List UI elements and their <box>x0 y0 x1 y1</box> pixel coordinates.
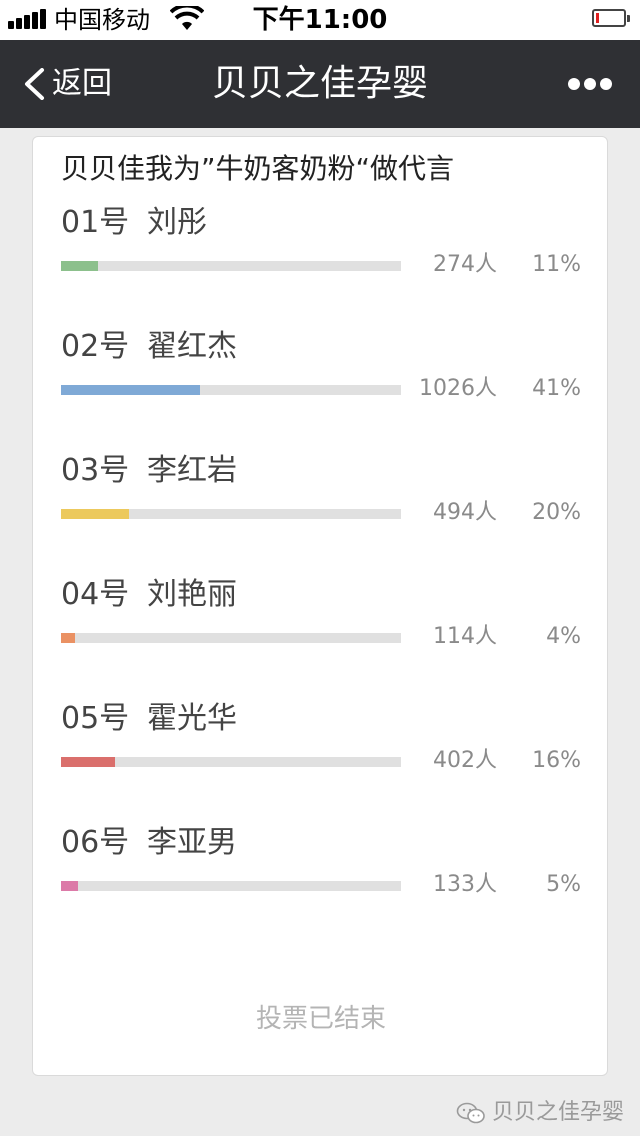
vote-count: 133人 <box>433 872 497 897</box>
vote-bar-track <box>61 881 401 891</box>
vote-percent: 41% <box>532 376 581 401</box>
poll-title: 贝贝佳我为”牛奶客奶粉“做代言 <box>61 152 455 185</box>
wechat-icon <box>456 1102 485 1124</box>
option-label: 06号 李亚男 <box>61 823 237 863</box>
vote-status: 投票已结束 <box>255 1004 386 1034</box>
more-dots-icon <box>568 78 580 90</box>
nav-bar: 返回 贝贝之佳孕婴 <box>0 40 640 128</box>
vote-percent: 5% <box>546 872 581 897</box>
back-label: 返回 <box>52 66 112 101</box>
watermark-text: 贝贝之佳孕婴 <box>492 1100 625 1125</box>
option-number: 03号 <box>61 453 130 488</box>
option-label: 02号 翟红杰 <box>61 327 237 367</box>
option-number: 02号 <box>61 329 130 364</box>
poll-option: 02号 翟红杰 1026人 41% <box>33 327 609 437</box>
option-number: 04号 <box>61 577 130 612</box>
option-label: 03号 李红岩 <box>61 451 237 491</box>
option-number: 01号 <box>61 205 130 240</box>
poll-option: 06号 李亚男 133人 5% <box>33 823 609 933</box>
chevron-left-icon <box>25 68 44 100</box>
vote-bar-fill <box>61 509 129 519</box>
poll-card: 贝贝佳我为”牛奶客奶粉“做代言 01号 刘彤 274人 11% 02号 翟红杰 10… <box>32 136 608 1076</box>
page-title: 贝贝之佳孕婴 <box>211 63 428 104</box>
poll-option: 05号 霍光华 402人 16% <box>33 699 609 809</box>
vote-count: 494人 <box>433 500 497 525</box>
option-name: 刘艳丽 <box>147 577 237 612</box>
vote-percent: 20% <box>532 500 581 525</box>
vote-percent: 4% <box>546 624 581 649</box>
vote-bar-track <box>61 757 401 767</box>
option-name: 李红岩 <box>147 453 237 488</box>
vote-bar-fill <box>61 633 75 643</box>
poll-option: 04号 刘艳丽 114人 4% <box>33 575 609 685</box>
vote-count: 402人 <box>433 748 497 773</box>
option-name: 霍光华 <box>147 701 237 736</box>
status-bar: 中国移动 下午11:00 <box>0 0 640 40</box>
option-label: 04号 刘艳丽 <box>61 575 237 615</box>
vote-percent: 16% <box>532 748 581 773</box>
vote-bar-track <box>61 261 401 271</box>
battery-level <box>596 13 599 23</box>
option-name: 刘彤 <box>147 205 207 240</box>
vote-count: 274人 <box>433 252 497 277</box>
vote-bar-track <box>61 633 401 643</box>
poll-option: 01号 刘彤 274人 11% <box>33 203 609 313</box>
vote-bar-track <box>61 385 401 395</box>
vote-bar-fill <box>61 881 78 891</box>
option-label: 05号 霍光华 <box>61 699 237 739</box>
vote-bar-fill <box>61 757 116 767</box>
vote-percent: 11% <box>532 252 581 277</box>
status-time: 下午11:00 <box>252 5 388 35</box>
vote-bar-fill <box>61 261 99 271</box>
battery-icon <box>592 9 630 27</box>
content-area: 贝贝佳我为”牛奶客奶粉“做代言 01号 刘彤 274人 11% 02号 翟红杰 10… <box>0 128 640 1136</box>
vote-count: 1026人 <box>419 376 497 401</box>
option-number: 06号 <box>61 825 130 860</box>
poll-option: 03号 李红岩 494人 20% <box>33 451 609 561</box>
option-name: 李亚男 <box>147 825 237 860</box>
vote-count: 114人 <box>433 624 497 649</box>
option-name: 翟红杰 <box>147 329 237 364</box>
more-options-button[interactable] <box>560 68 620 100</box>
vote-bar-fill <box>61 385 201 395</box>
vote-bar-track <box>61 509 401 519</box>
option-label: 01号 刘彤 <box>61 203 207 243</box>
option-number: 05号 <box>61 701 130 736</box>
